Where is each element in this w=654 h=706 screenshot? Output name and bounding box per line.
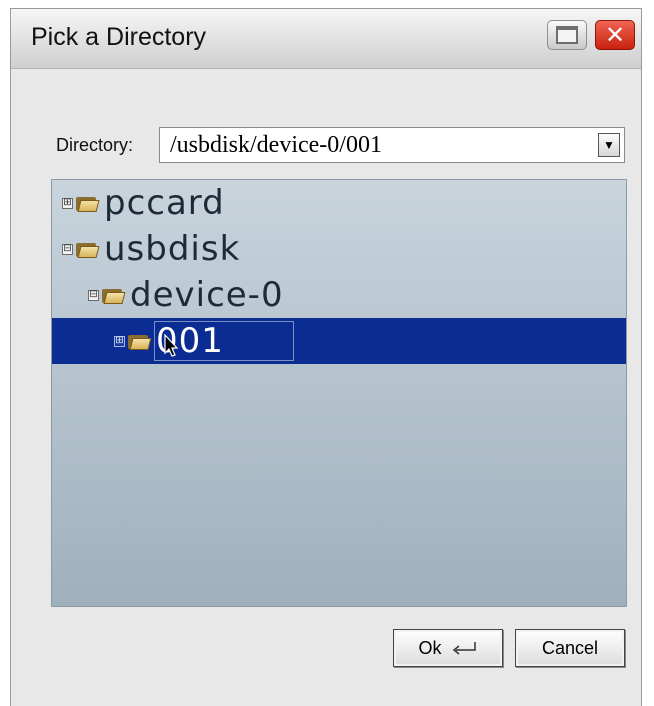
chevron-down-icon: ▼: [603, 138, 615, 152]
maximize-button[interactable]: [547, 20, 587, 50]
dropdown-button[interactable]: ▼: [598, 133, 620, 157]
tree-node-label: usbdisk: [104, 229, 241, 269]
folder-icon: [76, 241, 100, 258]
close-icon: ✕: [604, 21, 626, 49]
collapse-icon[interactable]: ⊟: [88, 289, 99, 301]
close-button[interactable]: ✕: [595, 20, 635, 50]
dialog-title: Pick a Directory: [31, 23, 207, 51]
folder-icon: [128, 333, 152, 350]
pick-directory-dialog: Pick a Directory ✕ Directory: /usbdisk/d…: [10, 8, 642, 706]
title-bar[interactable]: Pick a Directory ✕: [11, 9, 641, 69]
folder-icon: [102, 287, 126, 304]
directory-tree[interactable]: ⊞ pccard ⊟ usbdisk ⊟ device-0 ⊞ 001: [51, 179, 627, 607]
directory-label: Directory:: [56, 135, 134, 155]
enter-key-icon: [452, 642, 476, 655]
cancel-button[interactable]: Cancel: [515, 629, 625, 667]
mouse-cursor-icon: [164, 334, 179, 357]
cancel-label: Cancel: [541, 637, 599, 658]
expand-icon[interactable]: ⊞: [62, 197, 73, 209]
directory-value[interactable]: /usbdisk/device-0/001: [170, 132, 382, 159]
tree-node-pccard[interactable]: ⊞ pccard: [52, 180, 626, 226]
tree-node-001[interactable]: ⊞ 001: [52, 318, 626, 364]
tree-node-device-0[interactable]: ⊟ device-0: [52, 272, 626, 318]
ok-label: Ok: [418, 637, 442, 658]
tree-node-usbdisk[interactable]: ⊟ usbdisk: [52, 226, 626, 272]
tree-node-label: device-0: [130, 275, 284, 315]
folder-icon: [76, 195, 100, 212]
maximize-icon: [556, 26, 578, 44]
expand-icon[interactable]: ⊞: [114, 335, 125, 347]
directory-combobox[interactable]: /usbdisk/device-0/001 ▼: [159, 127, 625, 163]
collapse-icon[interactable]: ⊟: [62, 243, 73, 255]
tree-node-label: pccard: [104, 183, 225, 223]
ok-button[interactable]: Ok: [393, 629, 503, 667]
